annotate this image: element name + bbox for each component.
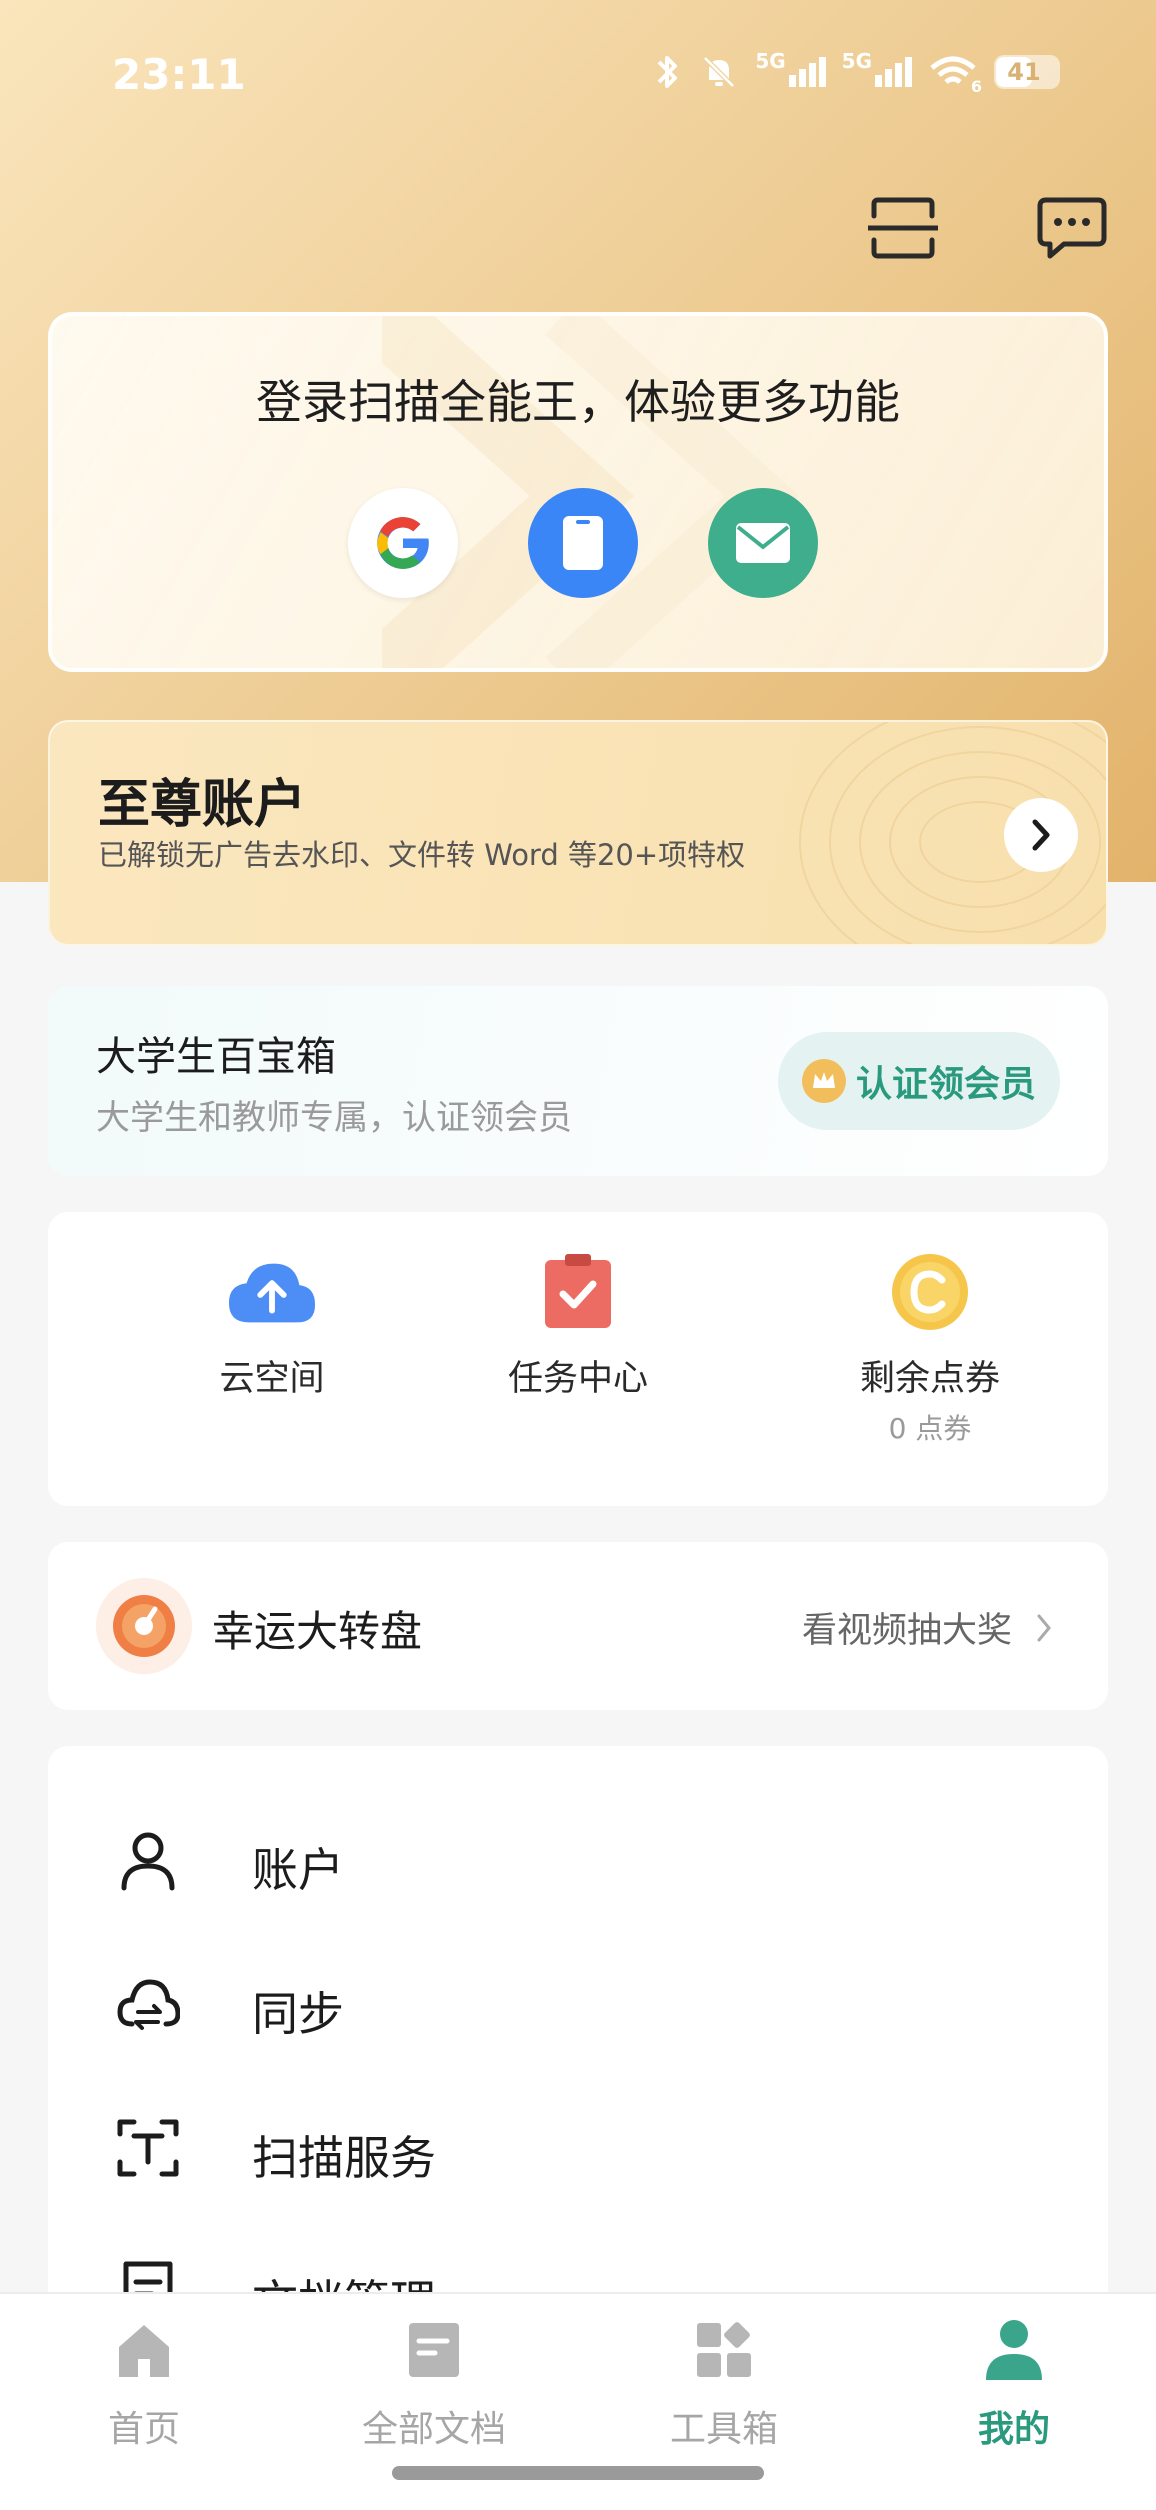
premium-arrow-button[interactable]: [1004, 798, 1078, 872]
cloud-upload-icon: [228, 1263, 316, 1323]
quick-entry-card: 云空间 任务中心 剩余点券 0 点券: [48, 1212, 1108, 1506]
tab-all-documents-label: 全部文档: [361, 2409, 506, 2450]
message-icon: [1037, 197, 1107, 259]
google-icon: [377, 517, 429, 569]
lucky-wheel-card[interactable]: 幸运大转盘 看视频抽大奖: [48, 1542, 1108, 1710]
status-time: 23:11: [112, 50, 246, 99]
login-title: 登录扫描全能王，体验更多功能: [256, 375, 900, 429]
bluetooth-icon: [657, 56, 678, 88]
coupons-label: 剩余点券: [859, 1359, 1000, 1399]
tab-all-documents[interactable]: 全部文档: [324, 2310, 544, 2452]
home-icon: [119, 2325, 169, 2377]
student-subtitle: 大学生和教师专属，认证领会员: [96, 1098, 572, 1138]
chevron-right-icon: [1032, 819, 1050, 851]
signal-2-label: 5G: [841, 49, 872, 73]
menu-item-account[interactable]: 账户: [48, 1800, 1108, 1920]
phone-login-button[interactable]: [528, 488, 638, 598]
student-title: 大学生百宝箱: [96, 1034, 336, 1080]
wifi-icon: 6: [928, 54, 982, 96]
home-indicator: [392, 2466, 764, 2480]
docs-icon: [409, 2323, 459, 2377]
lucky-wheel-title: 幸运大转盘: [212, 1607, 423, 1656]
tab-toolbox[interactable]: 工具箱: [614, 2310, 834, 2452]
lucky-wheel-subtitle: 看视频抽大奖: [801, 1611, 1012, 1651]
menu-label-account: 账户: [252, 1843, 344, 1897]
wheel-icon-wrap: [96, 1578, 192, 1674]
premium-account-card[interactable]: 至尊账户 已解锁无广告去水印、文件转 Word 等20+项特权: [48, 720, 1108, 946]
profile-icon: [986, 2320, 1042, 2380]
verify-membership-label: 认证领会员: [855, 1064, 1036, 1105]
coin-icon: [892, 1254, 968, 1330]
wifi-badge: 6: [970, 77, 982, 96]
battery-icon: 41: [994, 55, 1060, 89]
lucky-wheel-action[interactable]: 看视频抽大奖: [802, 1602, 1052, 1653]
student-toolbox-card[interactable]: 大学生百宝箱 大学生和教师专属，认证领会员 认证领会员: [48, 986, 1108, 1176]
status-bar: 23:11 5G 5G 6 41: [0, 0, 1156, 150]
coupons-entry[interactable]: 剩余点券 0 点券: [800, 1252, 1060, 1447]
chevron-right-icon: [1037, 1614, 1051, 1641]
signal-1: 5G: [755, 49, 826, 87]
crown-icon: [801, 1059, 846, 1103]
menu-label-sync: 同步: [252, 1987, 344, 2041]
menu-label-scan-service: 扫描服务: [252, 2131, 436, 2185]
tab-toolbox-label: 工具箱: [669, 2409, 778, 2450]
task-center-entry[interactable]: 任务中心: [448, 1252, 708, 1401]
messages-button[interactable]: [1036, 196, 1108, 260]
mute-bell-icon: [703, 56, 736, 88]
task-center-label: 任务中心: [507, 1359, 648, 1399]
scan-button[interactable]: [865, 196, 941, 260]
cloud-space-label: 云空间: [219, 1359, 325, 1399]
login-card: 登录扫描全能王，体验更多功能: [48, 312, 1108, 672]
coupons-count: 0 点券: [888, 1412, 972, 1445]
premium-subtitle: 已解锁无广告去水印、文件转 Word 等20+项特权: [98, 838, 746, 872]
verify-membership-button[interactable]: 认证领会员: [778, 1032, 1060, 1130]
signal-1-label: 5G: [755, 49, 786, 73]
cloud-space-entry[interactable]: 云空间: [142, 1252, 402, 1401]
mail-login-button[interactable]: [708, 488, 818, 598]
premium-title: 至尊账户: [98, 775, 307, 835]
menu-item-scan-service[interactable]: 扫描服务: [48, 2088, 1108, 2208]
tab-mine[interactable]: 我的: [904, 2310, 1124, 2452]
user-icon: [121, 1832, 175, 1891]
battery-level: 41: [1007, 58, 1041, 86]
tab-home-label: 首页: [107, 2409, 180, 2450]
menu-item-sync[interactable]: 同步: [48, 1944, 1108, 2064]
phone-icon: [563, 516, 603, 570]
tab-mine-label: 我的: [977, 2409, 1050, 2450]
google-login-button[interactable]: [348, 488, 458, 598]
signal-2: 5G: [842, 49, 912, 87]
status-icons: 5G 5G 6 41: [653, 49, 1060, 96]
mail-icon: [736, 523, 790, 563]
tab-home[interactable]: 首页: [34, 2310, 254, 2452]
scan-icon: [865, 197, 941, 259]
lucky-wheel-icon: [113, 1595, 175, 1657]
toolbox-icon: [697, 2322, 751, 2377]
scan-text-icon: [117, 2119, 179, 2177]
cloud-sync-icon: [117, 1979, 180, 2030]
task-clipboard-icon: [545, 1254, 611, 1328]
